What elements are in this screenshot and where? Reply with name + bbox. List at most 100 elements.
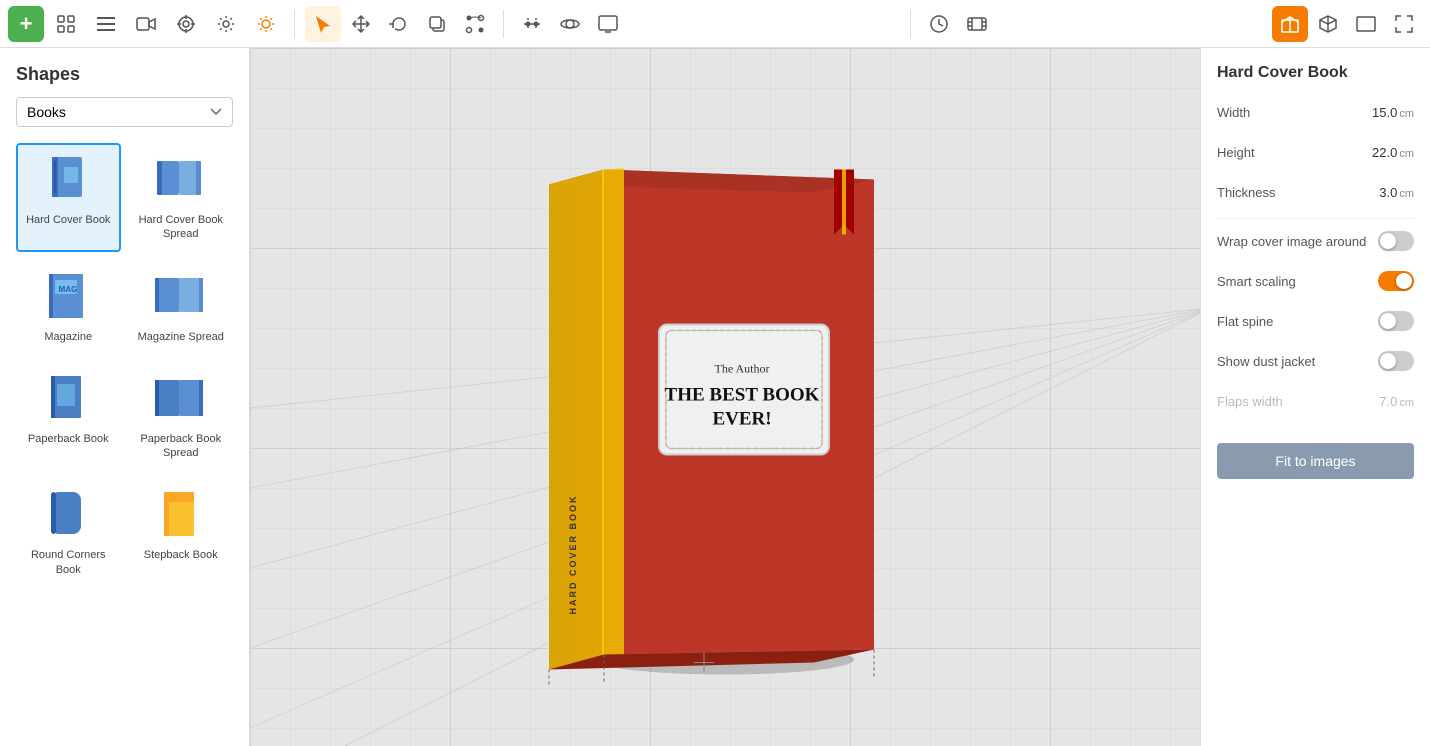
cube-button[interactable]	[1310, 6, 1346, 42]
grid-button[interactable]	[48, 6, 84, 42]
shape-item-paperback-book[interactable]: Paperback Book	[16, 362, 121, 471]
expand-button[interactable]	[1386, 6, 1422, 42]
thickness-label: Thickness	[1217, 185, 1276, 200]
shape-item-hard-cover-book[interactable]: Hard Cover Book	[16, 143, 121, 252]
book-3d[interactable]: The Author THE BEST BOOK EVER! HARD COVE…	[494, 105, 914, 690]
separator-2	[503, 10, 504, 38]
add-button[interactable]: +	[8, 6, 44, 42]
wrap-cover-circle	[1380, 233, 1396, 249]
dust-jacket-circle	[1380, 353, 1396, 369]
separator-3	[910, 10, 911, 38]
screen-tool[interactable]	[590, 6, 626, 42]
paperback-book-icon	[40, 372, 96, 428]
flat-spine-toggle[interactable]	[1378, 311, 1414, 331]
thickness-unit: cm	[1399, 188, 1414, 200]
svg-text:MAG: MAG	[59, 285, 78, 294]
shape-item-paperback-book-spread[interactable]: Paperback Book Spread	[129, 362, 234, 471]
shape-label-magazine: Magazine	[44, 330, 92, 344]
sidebar: Shapes Books Magazines Boxes Electronics…	[0, 48, 250, 746]
film-tool[interactable]	[959, 6, 995, 42]
thickness-value-group: 3.0 cm	[1379, 185, 1414, 200]
wrap-cover-toggle[interactable]	[1378, 231, 1414, 251]
magazine-spread-icon	[153, 270, 209, 326]
settings-button[interactable]	[208, 6, 244, 42]
duplicate-tool[interactable]	[419, 6, 455, 42]
shapes-grid: Hard Cover Book Hard Cover Book Spread	[16, 143, 233, 587]
rect-button[interactable]	[1348, 6, 1384, 42]
smart-scaling-row: Smart scaling	[1217, 267, 1414, 295]
shape-item-magazine[interactable]: MAG Magazine	[16, 260, 121, 354]
canvas-area[interactable]: The Author THE BEST BOOK EVER! HARD COVE…	[250, 48, 1200, 746]
box-orange-button[interactable]	[1272, 6, 1308, 42]
clock-tool[interactable]	[921, 6, 957, 42]
flaps-width-value: 7.0	[1379, 394, 1397, 409]
shape-label-round-corners-book: Round Corners Book	[22, 548, 115, 577]
flaps-width-value-group: 7.0 cm	[1379, 394, 1414, 409]
shape-label-paperback-book: Paperback Book	[28, 432, 109, 446]
hard-cover-book-icon	[40, 153, 96, 209]
orbit-tool[interactable]	[552, 6, 588, 42]
stepback-book-icon	[153, 488, 209, 544]
svg-text:THE BEST BOOK: THE BEST BOOK	[665, 385, 820, 406]
width-unit: cm	[1399, 108, 1414, 120]
shape-label-hard-cover-book: Hard Cover Book	[26, 213, 110, 227]
properties-panel: Hard Cover Book Width 15.0 cm Height 22.…	[1200, 48, 1430, 746]
svg-text:The Author: The Author	[715, 362, 770, 376]
video-button[interactable]	[128, 6, 164, 42]
height-label: Height	[1217, 145, 1255, 160]
timeline-tool[interactable]	[514, 6, 550, 42]
timeline-tools-group	[514, 6, 626, 42]
select-tool[interactable]	[305, 6, 341, 42]
fit-to-images-button[interactable]: Fit to images	[1217, 443, 1414, 479]
svg-text:EVER!: EVER!	[712, 409, 771, 430]
height-row: Height 22.0 cm	[1217, 138, 1414, 166]
smart-scaling-toggle[interactable]	[1378, 271, 1414, 291]
smart-scaling-label: Smart scaling	[1217, 274, 1296, 289]
height-value-group: 22.0 cm	[1372, 145, 1414, 160]
round-corners-book-icon	[40, 488, 96, 544]
menu-button[interactable]	[88, 6, 124, 42]
rotate-tool[interactable]	[381, 6, 417, 42]
width-value: 15.0	[1372, 105, 1397, 120]
dust-jacket-toggle[interactable]	[1378, 351, 1414, 371]
shape-label-stepback-book: Stepback Book	[144, 548, 218, 562]
paperback-book-spread-icon	[153, 372, 209, 428]
path-tool[interactable]	[457, 6, 493, 42]
flat-spine-label: Flat spine	[1217, 314, 1273, 329]
category-dropdown[interactable]: Books Magazines Boxes Electronics	[16, 97, 233, 127]
flaps-width-label: Flaps width	[1217, 394, 1283, 409]
top-toolbar: +	[0, 0, 1430, 48]
toolbar-left-group: +	[8, 6, 284, 42]
shape-item-stepback-book[interactable]: Stepback Book	[129, 478, 234, 587]
height-value: 22.0	[1372, 145, 1397, 160]
sidebar-title: Shapes	[16, 64, 233, 85]
shape-item-hard-cover-book-spread[interactable]: Hard Cover Book Spread	[129, 143, 234, 252]
wrap-cover-row: Wrap cover image around	[1217, 227, 1414, 255]
flaps-width-row: Flaps width 7.0 cm	[1217, 387, 1414, 415]
shape-item-magazine-spread[interactable]: Magazine Spread	[129, 260, 234, 354]
shape-label-hcb-spread: Hard Cover Book Spread	[135, 213, 228, 242]
sun-button[interactable]	[248, 6, 284, 42]
flat-spine-circle	[1380, 313, 1396, 329]
width-label: Width	[1217, 105, 1250, 120]
flaps-width-unit: cm	[1399, 397, 1414, 409]
target-button[interactable]	[168, 6, 204, 42]
thickness-value: 3.0	[1379, 185, 1397, 200]
center-tools-group	[305, 6, 493, 42]
svg-text:HARD COVER BOOK: HARD COVER BOOK	[568, 494, 578, 614]
thickness-row: Thickness 3.0 cm	[1217, 178, 1414, 206]
magazine-icon: MAG	[40, 270, 96, 326]
top-right-group	[1272, 6, 1422, 42]
main-content: Shapes Books Magazines Boxes Electronics…	[0, 48, 1430, 746]
move-tool[interactable]	[343, 6, 379, 42]
height-unit: cm	[1399, 148, 1414, 160]
dust-jacket-label: Show dust jacket	[1217, 354, 1315, 369]
shape-label-magazine-spread: Magazine Spread	[138, 330, 224, 344]
shape-label-paperback-spread: Paperback Book Spread	[135, 432, 228, 461]
separator-1	[294, 10, 295, 38]
width-row: Width 15.0 cm	[1217, 98, 1414, 126]
width-value-group: 15.0 cm	[1372, 105, 1414, 120]
right-tools-group	[921, 6, 995, 42]
dust-jacket-row: Show dust jacket	[1217, 347, 1414, 375]
shape-item-round-corners-book[interactable]: Round Corners Book	[16, 478, 121, 587]
